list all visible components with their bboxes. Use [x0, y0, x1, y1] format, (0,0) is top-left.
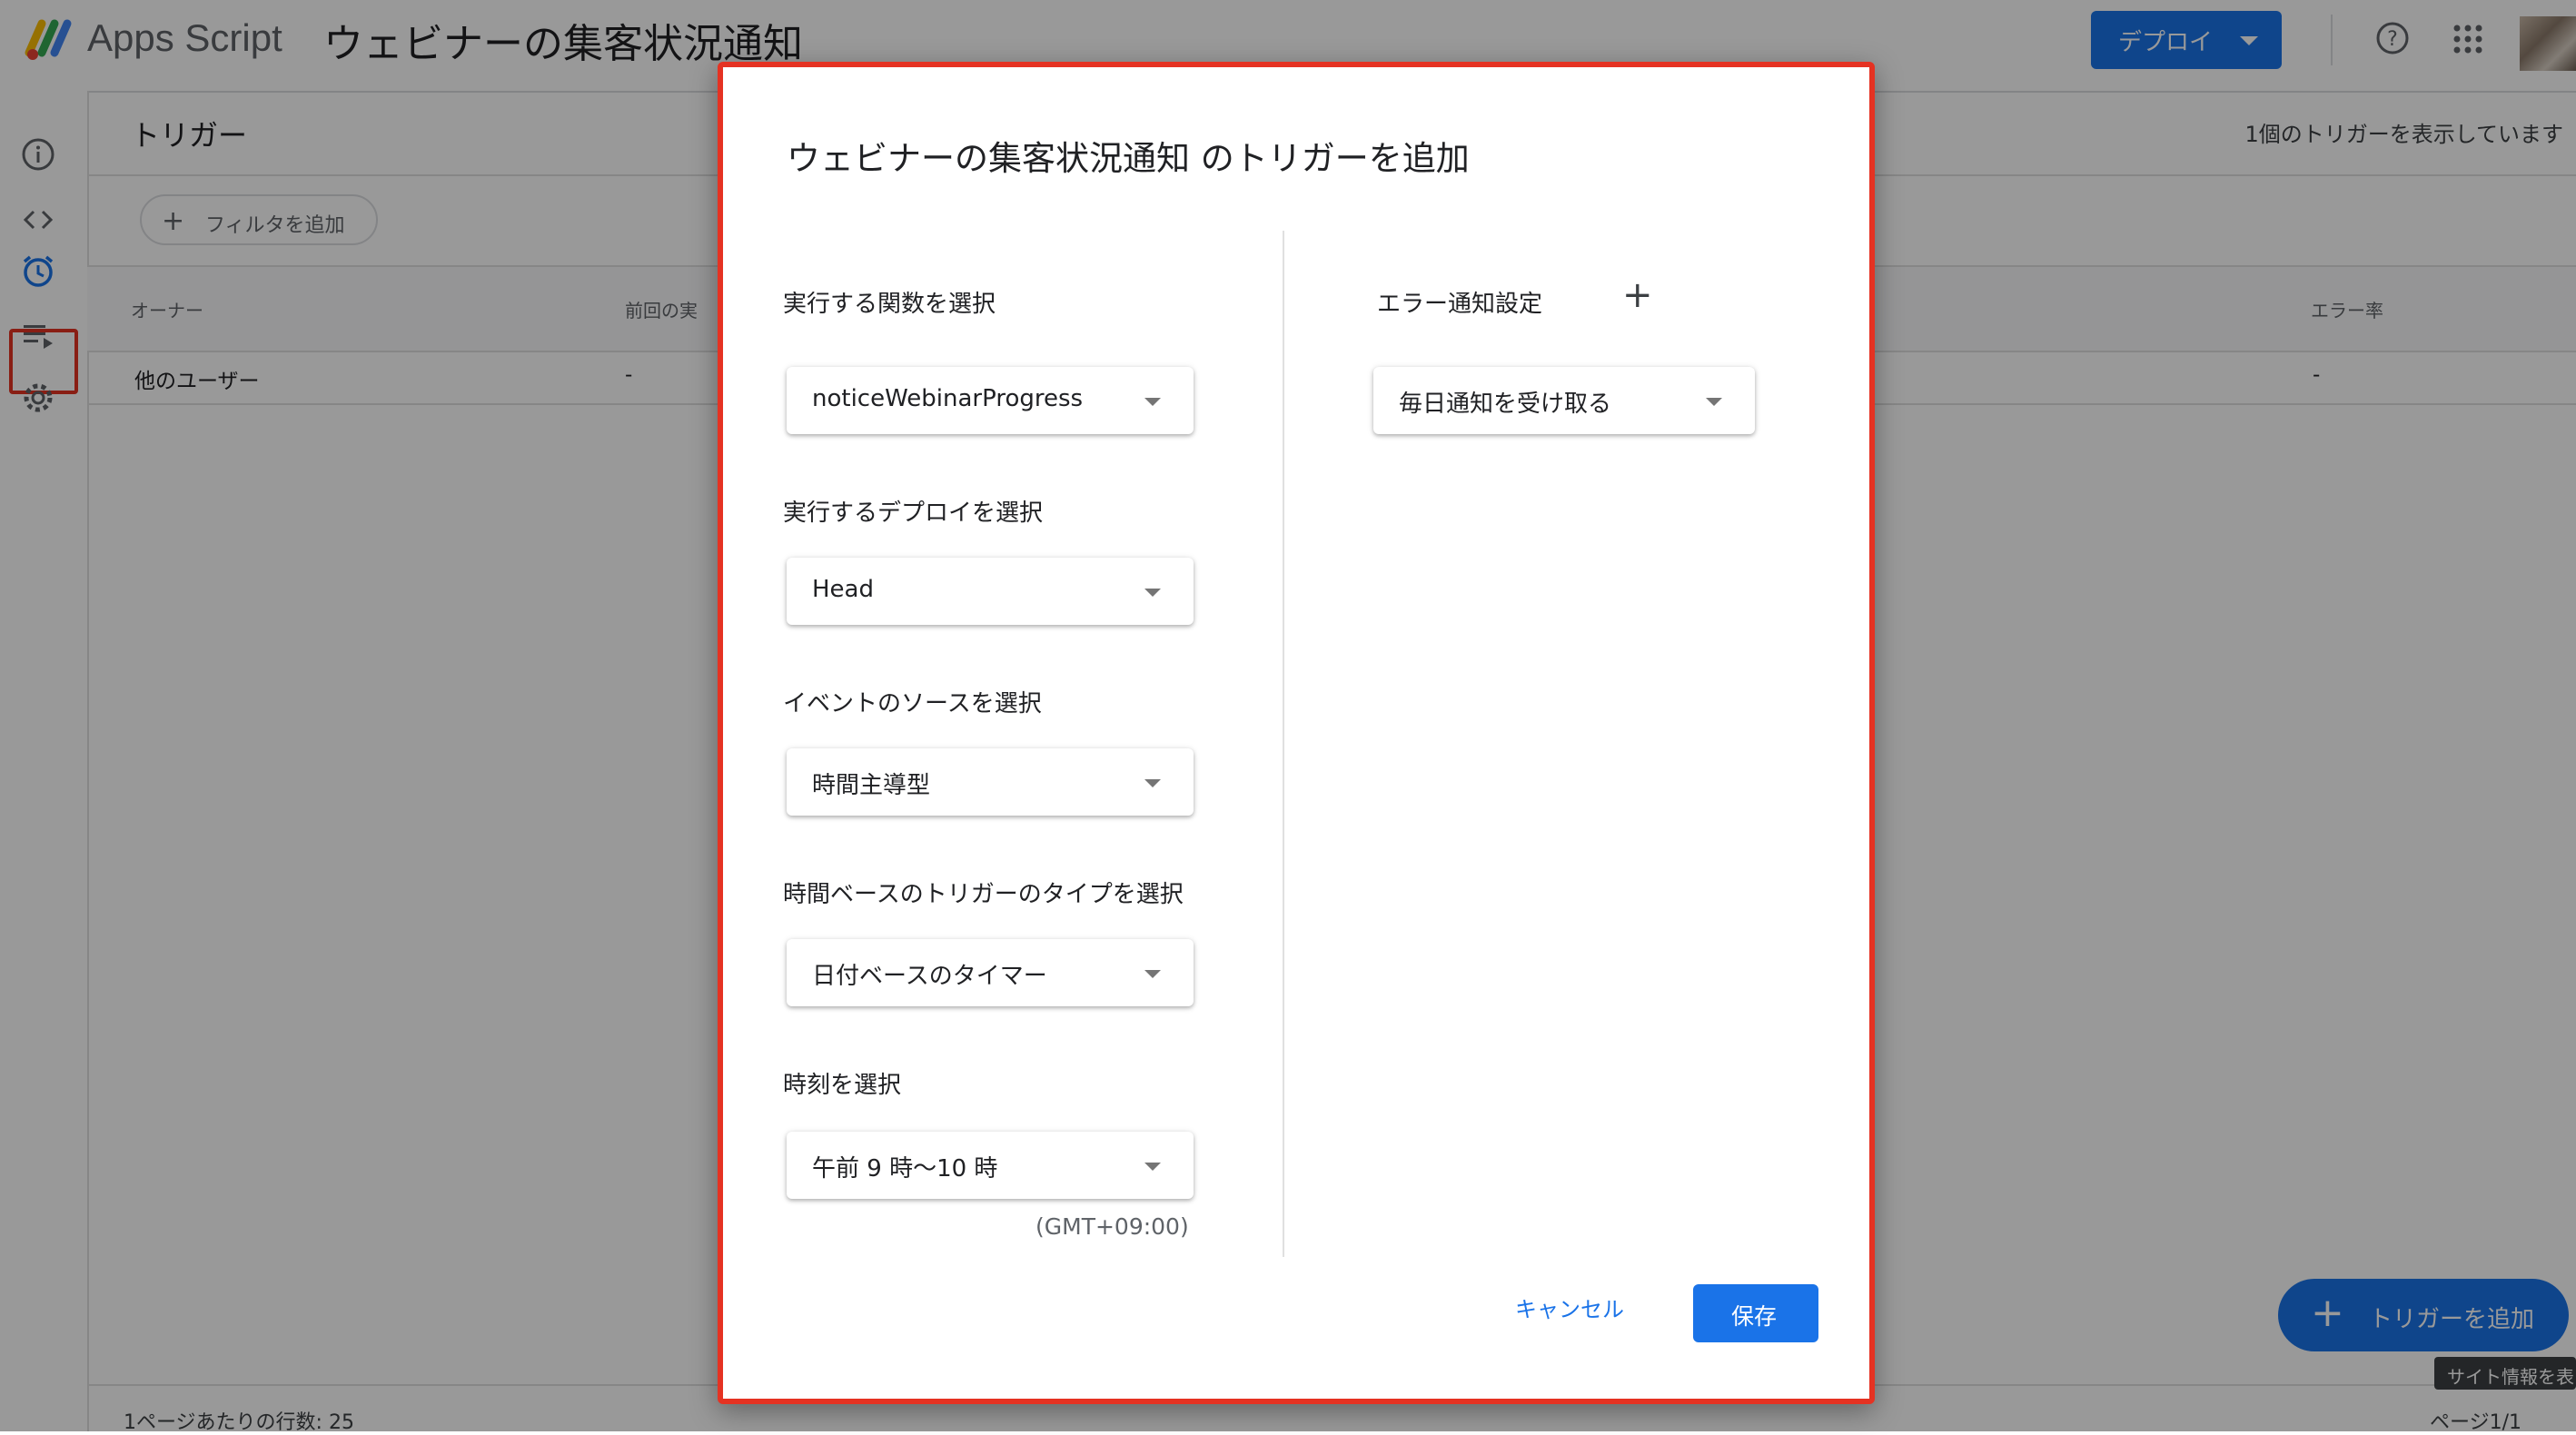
- dropdown-arrow-icon: [1706, 398, 1722, 406]
- deployment-select-label: 実行するデプロイを選択: [783, 500, 1044, 527]
- dropdown-arrow-icon: [1144, 398, 1161, 406]
- time-of-day-label: 時刻を選択: [783, 1072, 902, 1099]
- time-of-day-select[interactable]: 午前 9 時～10 時: [787, 1132, 1194, 1199]
- timezone-label: (GMT+09:00): [1035, 1213, 1189, 1240]
- timer-type-label: 時間ベースのトリガーのタイプを選択: [783, 881, 1184, 908]
- error-settings-label: エラー通知設定: [1377, 291, 1543, 318]
- dialog-title: ウェビナーの集客状況通知 のトリガーを追加: [787, 139, 1470, 178]
- deployment-select-value: Head: [812, 576, 874, 603]
- dropdown-arrow-icon: [1144, 1163, 1161, 1171]
- cancel-button[interactable]: キャンセル: [1502, 1281, 1648, 1331]
- function-select-value: noticeWebinarProgress: [812, 385, 1084, 412]
- function-select[interactable]: noticeWebinarProgress: [787, 367, 1194, 434]
- dropdown-arrow-icon: [1144, 589, 1161, 597]
- timer-type-value: 日付ベースのタイマー: [812, 963, 1047, 990]
- add-error-setting-plus-icon[interactable]: +: [1622, 274, 1653, 316]
- event-source-value: 時間主導型: [812, 772, 931, 799]
- event-source-select[interactable]: 時間主導型: [787, 748, 1194, 816]
- dropdown-arrow-icon: [1144, 970, 1161, 978]
- function-select-label: 実行する関数を選択: [783, 291, 996, 318]
- time-of-day-value: 午前 9 時～10 時: [812, 1155, 998, 1183]
- error-notification-select[interactable]: 毎日通知を受け取る: [1373, 367, 1755, 434]
- timer-type-select[interactable]: 日付ベースのタイマー: [787, 939, 1194, 1006]
- dropdown-arrow-icon: [1144, 779, 1161, 787]
- save-button[interactable]: 保存: [1693, 1284, 1818, 1342]
- cancel-button-label: キャンセル: [1515, 1297, 1624, 1322]
- column-divider: [1283, 231, 1284, 1257]
- event-source-label: イベントのソースを選択: [783, 690, 1042, 718]
- save-button-label: 保存: [1731, 1303, 1778, 1330]
- deployment-select[interactable]: Head: [787, 558, 1194, 625]
- error-notification-value: 毎日通知を受け取る: [1399, 391, 1612, 418]
- add-trigger-dialog: ウェビナーの集客状況通知 のトリガーを追加 実行する関数を選択 noticeWe…: [718, 62, 1875, 1404]
